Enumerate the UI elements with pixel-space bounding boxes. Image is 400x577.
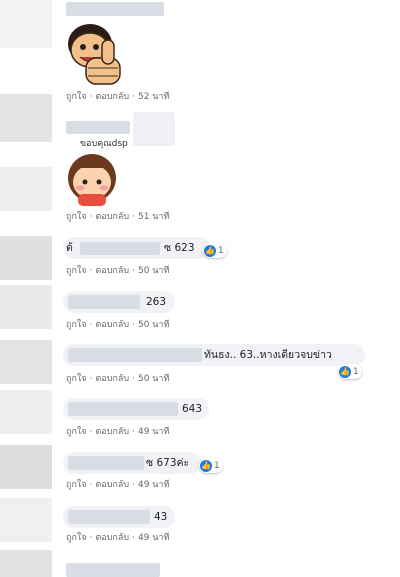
like-link[interactable]: ถูกใจ xyxy=(66,374,87,384)
avatar[interactable] xyxy=(0,236,52,280)
comment-actions: ถูกใจ · ตอบกลับ · 49 นาที xyxy=(66,427,170,437)
blurred-region xyxy=(133,112,175,146)
comment-text: 263 xyxy=(146,296,167,308)
avatar[interactable] xyxy=(0,550,52,577)
reaction-count[interactable]: 👍 1 xyxy=(199,458,223,473)
reply-link[interactable]: ตอบกลับ xyxy=(95,374,129,384)
avatar-column xyxy=(0,0,63,577)
like-icon: 👍 xyxy=(339,365,351,378)
avatar[interactable] xyxy=(0,167,52,211)
reply-link[interactable]: ตอบกลับ xyxy=(95,92,129,102)
reaction-count[interactable]: 👍 1 xyxy=(338,364,362,379)
like-link[interactable]: ถูกใจ xyxy=(66,212,87,222)
reaction-count[interactable]: 👍 1 xyxy=(203,243,227,258)
commenter-name-blurred[interactable] xyxy=(66,2,164,16)
avatar[interactable] xyxy=(0,498,52,542)
avatar[interactable] xyxy=(0,94,52,142)
comment-actions: ถูกใจ · ตอบกลับ · 52 นาที xyxy=(66,92,170,102)
comment-actions: ถูกใจ · ตอบกลับ · 50 นาที xyxy=(66,374,170,384)
blurred-text xyxy=(68,348,202,362)
reply-link[interactable]: ตอบกลับ xyxy=(95,480,129,490)
comment-time[interactable]: 52 นาที xyxy=(138,92,169,102)
thumbs-up-face-sticker xyxy=(64,18,128,88)
blurred-text xyxy=(68,510,150,524)
like-link[interactable]: ถูกใจ xyxy=(66,533,87,543)
comment-text: 43 xyxy=(154,511,168,523)
comment-time[interactable]: 50 นาที xyxy=(138,320,169,330)
like-link[interactable]: ถูกใจ xyxy=(66,427,87,437)
commenter-name-blurred[interactable] xyxy=(66,121,130,134)
reply-link[interactable]: ตอบกลับ xyxy=(95,212,129,222)
comment-time[interactable]: 49 นาที xyxy=(138,480,169,490)
comment-time[interactable]: 50 นาที xyxy=(138,374,169,384)
like-link[interactable]: ถูกใจ xyxy=(66,320,87,330)
blurred-text xyxy=(80,242,160,255)
comment-text-prefix: ต้ xyxy=(66,242,73,254)
like-link[interactable]: ถูกใจ xyxy=(66,480,87,490)
comment-actions: ถูกใจ · ตอบกลับ · 51 นาที xyxy=(66,212,170,222)
like-link[interactable]: ถูกใจ xyxy=(66,266,87,276)
comment-text: 643 xyxy=(182,403,203,415)
blurred-text xyxy=(68,456,144,470)
comment-time[interactable]: 49 นาที xyxy=(138,533,169,543)
blurred-text xyxy=(68,402,178,416)
avatar[interactable] xyxy=(0,0,52,48)
like-icon: 👍 xyxy=(200,459,212,472)
comment-text: ทันธง.. 63..หางเดียวจบข่าว xyxy=(204,349,332,361)
comment-actions: ถูกใจ · ตอบกลับ · 50 นาที xyxy=(66,320,170,330)
reply-link[interactable]: ตอบกลับ xyxy=(95,320,129,330)
commenter-name-blurred[interactable] xyxy=(66,563,160,577)
comment-text: ซ 623 xyxy=(164,242,195,254)
avatar[interactable] xyxy=(0,340,52,384)
avatar[interactable] xyxy=(0,445,52,489)
sticker-caption: ขอบคุณdsp xyxy=(80,139,128,149)
comment-time[interactable]: 51 นาที xyxy=(138,212,169,222)
avatar[interactable] xyxy=(0,285,52,329)
comment-actions: ถูกใจ · ตอบกลับ · 49 นาที xyxy=(66,480,170,490)
reply-link[interactable]: ตอบกลับ xyxy=(95,266,129,276)
avatar[interactable] xyxy=(0,390,52,434)
blurred-text xyxy=(68,295,140,309)
comment-actions: ถูกใจ · ตอบกลับ · 49 นาที xyxy=(66,533,170,543)
like-link[interactable]: ถูกใจ xyxy=(66,92,87,102)
comment-time[interactable]: 49 นาที xyxy=(138,427,169,437)
reply-link[interactable]: ตอบกลับ xyxy=(95,427,129,437)
like-icon: 👍 xyxy=(204,244,216,257)
comment-time[interactable]: 50 นาที xyxy=(138,266,169,276)
comment-text: ซ 673ค่ะ xyxy=(146,457,190,469)
reply-link[interactable]: ตอบกลับ xyxy=(95,533,129,543)
comment-actions: ถูกใจ · ตอบกลับ · 50 นาที xyxy=(66,266,170,276)
